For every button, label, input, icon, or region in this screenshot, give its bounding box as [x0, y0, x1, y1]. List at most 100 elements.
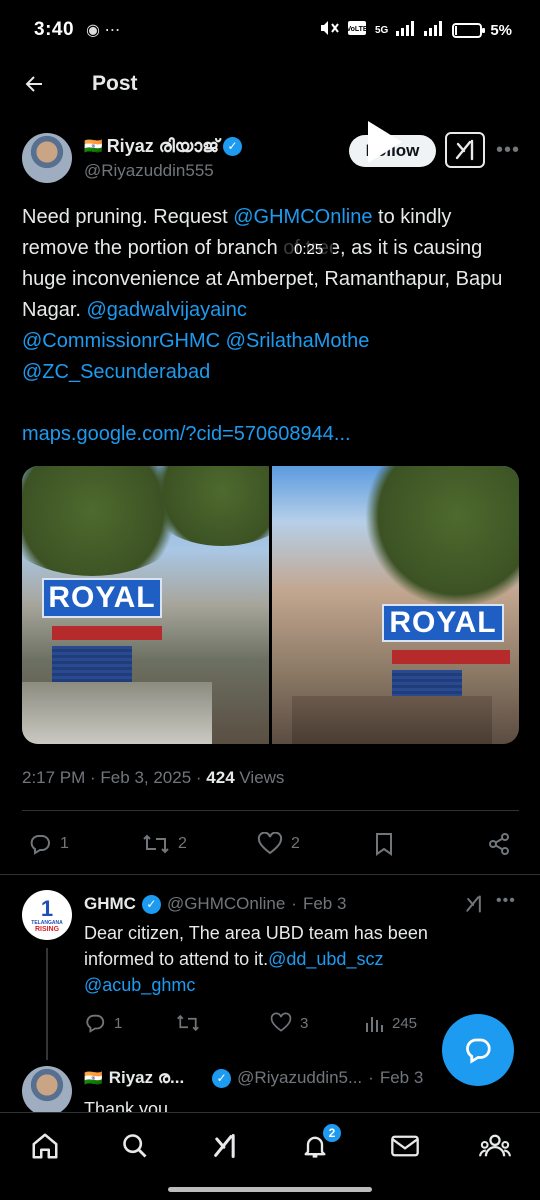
nav-home[interactable] [0, 1113, 90, 1179]
heart-icon [270, 1012, 292, 1032]
status-right-icons: VoLTE 5G 5% [319, 19, 512, 41]
nav-communities[interactable] [450, 1113, 540, 1179]
india-flag-icon: 🇮🇳 [84, 1070, 103, 1087]
signal-icon-1 [396, 20, 416, 40]
reply-icon [86, 1014, 105, 1033]
home-indicator[interactable] [168, 1187, 372, 1192]
reply-button[interactable]: 1 [84, 1008, 122, 1038]
mention-link[interactable]: @SrilathaMothe [226, 330, 370, 352]
compose-reply-button[interactable] [442, 1014, 514, 1086]
reply-button[interactable]: 1 [28, 822, 69, 866]
ghmc-avatar[interactable]: 1 TELANGANA RISING [22, 890, 72, 940]
views-label: Views [239, 768, 285, 787]
post-text-part: Need pruning. Request [22, 206, 234, 228]
like-count: 3 [300, 1014, 309, 1032]
play-video-button[interactable] [360, 118, 408, 166]
reply-icon [30, 835, 50, 855]
video-duration: 0:25 [284, 238, 334, 261]
author-display-name[interactable]: 🇮🇳 Riyaz രിയാജ് ✓ [84, 135, 243, 157]
avatar-logo-text: RISING [34, 925, 60, 933]
avatar-logo-number: 1 [40, 895, 54, 921]
author-handle[interactable]: @Riyazuddin555 [84, 161, 242, 181]
nav-messages[interactable] [360, 1113, 450, 1179]
svg-text:VoLTE: VoLTE [347, 26, 367, 33]
status-time: 3:40 [34, 19, 75, 40]
mention-link[interactable]: @dd_ubd_scz [268, 949, 383, 969]
author-names: 🇮🇳 Riyaz രിയാജ് ✓ @Riyazuddin555 [84, 135, 243, 181]
post-date: Feb 3, 2025 [100, 768, 192, 787]
verified-badge-icon: ✓ [141, 894, 161, 914]
more-options-button[interactable]: ••• [496, 892, 516, 910]
back-button[interactable] [2, 60, 66, 108]
mention-link[interactable]: @acub_ghmc [84, 975, 195, 995]
reply-display-name[interactable]: GHMC [84, 894, 136, 914]
play-icon [368, 121, 402, 163]
like-button[interactable]: 3 [270, 1008, 308, 1038]
reply-date: Feb 3 [379, 1068, 424, 1087]
volte-icon: VoLTE [346, 20, 368, 40]
grok-button[interactable] [445, 132, 485, 168]
grok-button[interactable] [462, 892, 486, 916]
like-button[interactable]: 2 [257, 822, 300, 866]
communities-icon [479, 1134, 511, 1156]
grok-icon [214, 1133, 235, 1158]
mute-icon [319, 19, 339, 41]
thread-line [46, 948, 48, 1060]
more-dots-icon: ••• [495, 138, 520, 161]
reply-text: Dear citizen, The area UBD team has been… [84, 920, 494, 998]
post-url-link[interactable]: maps.google.com/?cid=570608944... [22, 419, 522, 450]
repost-icon [143, 834, 169, 854]
reply-text: Thank you. [84, 1099, 174, 1112]
reply-author-avatar[interactable] [22, 1066, 72, 1112]
reply-date: Feb 3 [302, 894, 347, 913]
reply-header: GHMC ✓ @GHMCOnline · Feb 3 [84, 894, 347, 914]
author-name-text: Riyaz രിയാജ് [106, 135, 220, 156]
divider [22, 810, 519, 811]
mention-link[interactable]: @CommissionrGHMC [22, 330, 220, 352]
mention-link[interactable]: @ZC_Secunderabad [22, 361, 210, 383]
repost-button[interactable] [176, 1008, 208, 1038]
status-notification-icons: ◉ ⋯ [86, 22, 121, 39]
reply-handle[interactable]: @Riyazuddin5... [237, 1068, 362, 1088]
views-chart-icon [366, 1017, 383, 1032]
page-title: Post [92, 72, 138, 95]
share-button[interactable] [487, 822, 511, 866]
mention-link[interactable]: @gadwalvijayainc [86, 299, 246, 321]
royal-sign-2: ROYAL [382, 604, 504, 642]
nav-search[interactable] [90, 1113, 180, 1179]
india-flag-icon: 🇮🇳 [84, 138, 103, 155]
nav-notifications[interactable]: 2 [270, 1113, 360, 1179]
author-avatar[interactable] [22, 133, 72, 183]
views-count: 245 [392, 1014, 418, 1032]
repost-button[interactable]: 2 [142, 822, 187, 866]
share-icon [489, 833, 509, 855]
mail-icon [391, 1135, 419, 1156]
post-time: 2:17 PM [22, 768, 86, 787]
header: Post [0, 60, 540, 108]
nav-grok[interactable] [180, 1113, 270, 1179]
media-image-1[interactable]: ROYAL [22, 466, 269, 744]
repost-icon [177, 1014, 199, 1032]
battery-percent: 5% [490, 21, 512, 39]
reply-handle[interactable]: @GHMCOnline [167, 894, 285, 914]
grok-icon [455, 139, 474, 161]
reply-count: 1 [60, 835, 69, 852]
verified-badge-icon: ✓ [223, 136, 243, 156]
views-button[interactable]: 245 [364, 1008, 417, 1038]
heart-icon [257, 832, 283, 855]
reply-display-name[interactable]: Riyaz ര... [109, 1068, 184, 1088]
media-video-thumbnail[interactable]: ROYAL [272, 466, 519, 744]
network-type: 5G [374, 24, 389, 36]
bookmark-button[interactable] [373, 822, 395, 866]
reply-count: 1 [114, 1014, 123, 1032]
notification-badge: 2 [322, 1122, 342, 1143]
mention-link[interactable]: @GHMCOnline [233, 206, 372, 228]
reply-bubble-icon [466, 1038, 491, 1064]
bottom-nav: 2 [0, 1112, 540, 1178]
more-options-button[interactable]: ••• [494, 138, 522, 162]
views-count[interactable]: 424 [206, 768, 234, 787]
repost-count: 2 [178, 835, 187, 852]
arrow-left-icon [25, 76, 42, 92]
like-count: 2 [291, 835, 300, 852]
verified-badge-icon: ✓ [212, 1068, 232, 1088]
